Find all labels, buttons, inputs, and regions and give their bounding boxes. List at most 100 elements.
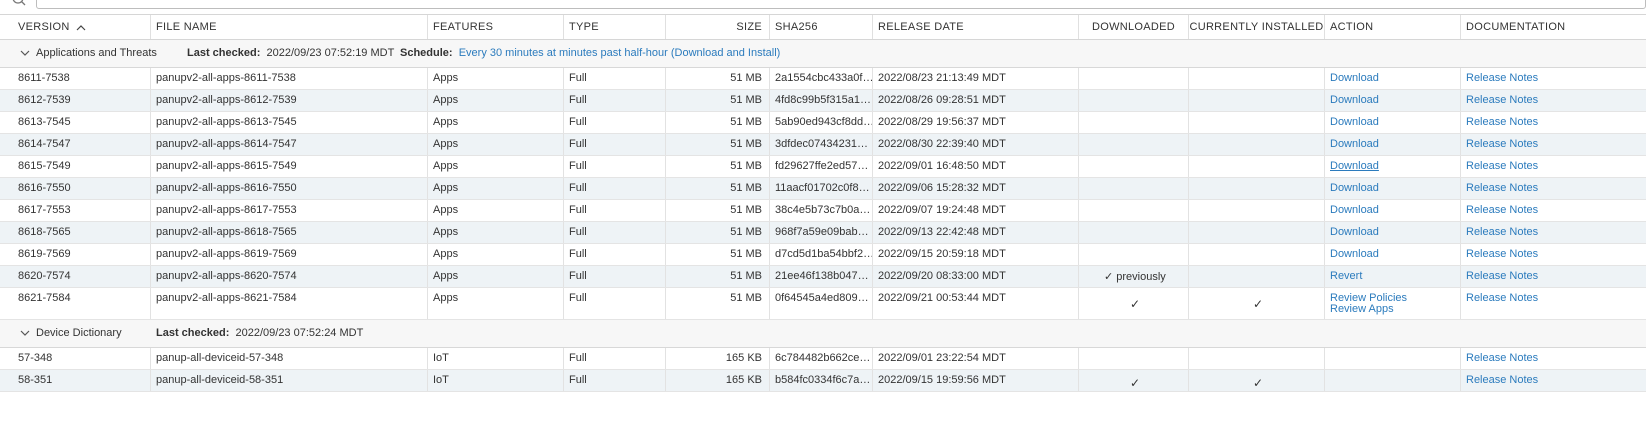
table-row[interactable]: 57-348 panup-all-deviceid-57-348 IoT Full 16… xyxy=(0,348,1646,370)
table-row[interactable]: 8617-7553 panupv2-all-apps-8617-7553 Apps F… xyxy=(0,200,1646,222)
chevron-down-icon[interactable] xyxy=(20,329,30,337)
cell-type: Full xyxy=(563,222,665,243)
checkmark-icon: ✓ xyxy=(1130,376,1141,390)
cell-features: Apps xyxy=(427,288,563,319)
group-header[interactable]: Device Dictionary Last checked: 2022/09/2… xyxy=(0,320,1646,348)
cell-text: Full xyxy=(569,292,587,304)
action-link[interactable]: Download xyxy=(1330,94,1379,106)
cell-downloaded xyxy=(1078,156,1188,177)
release-notes-link[interactable]: Release Notes xyxy=(1466,270,1538,282)
release-notes-link[interactable]: Release Notes xyxy=(1466,94,1538,106)
release-notes-link[interactable]: Release Notes xyxy=(1466,374,1538,386)
col-header-currently-installed[interactable]: CURRENTLY INSTALLED xyxy=(1188,15,1324,39)
table-row[interactable]: 8618-7565 panupv2-all-apps-8618-7565 Apps F… xyxy=(0,222,1646,244)
cell-text: 2022/09/13 22:42:48 MDT xyxy=(878,226,1006,238)
action-link[interactable]: Revert xyxy=(1330,270,1362,282)
action-link[interactable]: Download xyxy=(1330,138,1379,150)
cell-features: Apps xyxy=(427,244,563,265)
col-header-size[interactable]: SIZE xyxy=(665,15,769,39)
col-header-file-name[interactable]: FILE NAME xyxy=(150,15,427,39)
cell-action: Download xyxy=(1324,156,1460,177)
last-checked-label: Last checked: xyxy=(187,47,261,59)
schedule: Schedule: Every 30 minutes at minutes pa… xyxy=(400,40,780,67)
chevron-down-icon[interactable] xyxy=(20,49,30,57)
col-header-version[interactable]: VERSION xyxy=(13,15,150,39)
group-name: Device Dictionary xyxy=(36,327,122,339)
cell-text: Apps xyxy=(433,182,459,194)
release-notes-link[interactable]: Release Notes xyxy=(1466,116,1538,128)
release-notes-link[interactable]: Release Notes xyxy=(1466,160,1538,172)
downloaded-previously: ✓ previously xyxy=(1104,271,1166,283)
action-link[interactable]: Download xyxy=(1330,204,1379,216)
cell-text: Apps xyxy=(433,204,459,216)
cell-text: 165 KB xyxy=(725,374,762,386)
cell-text: Full xyxy=(569,270,587,282)
table-row[interactable]: 8615-7549 panupv2-all-apps-8615-7549 Apps F… xyxy=(0,156,1646,178)
action-link[interactable]: Download xyxy=(1330,72,1379,84)
table-row[interactable]: 8620-7574 panupv2-all-apps-8620-7574 Apps F… xyxy=(0,266,1646,288)
release-notes-link[interactable]: Release Notes xyxy=(1466,292,1538,304)
cell-version: 8613-7545 xyxy=(13,112,150,133)
cell-text: panupv2-all-apps-8621-7584 xyxy=(156,292,297,304)
cell-sha: 2a1554cbc433a0f… xyxy=(769,68,872,89)
cell-text: 2022/08/29 19:56:37 MDT xyxy=(878,116,1006,128)
cell-installed xyxy=(1188,68,1324,89)
table-row[interactable]: 8613-7545 panupv2-all-apps-8613-7545 Apps F… xyxy=(0,112,1646,134)
release-notes-link[interactable]: Release Notes xyxy=(1466,138,1538,150)
col-header-sha256[interactable]: SHA256 xyxy=(769,15,872,39)
cell-text: panup-all-deviceid-58-351 xyxy=(156,374,284,386)
cell-size: 165 KB xyxy=(665,370,769,391)
table-row[interactable]: 8616-7550 panupv2-all-apps-8616-7550 Apps F… xyxy=(0,178,1646,200)
cell-text: 2022/09/15 19:59:56 MDT xyxy=(878,374,1006,386)
action-link[interactable]: Download xyxy=(1330,116,1379,128)
col-header-release-date[interactable]: RELEASE DATE xyxy=(872,15,1078,39)
cell-text: panupv2-all-apps-8616-7550 xyxy=(156,182,297,194)
cell-text: 8616-7550 xyxy=(18,182,71,194)
table-row[interactable]: 8619-7569 panupv2-all-apps-8619-7569 Apps F… xyxy=(0,244,1646,266)
col-header-downloaded[interactable]: DOWNLOADED xyxy=(1078,15,1188,39)
cell-text: panupv2-all-apps-8619-7569 xyxy=(156,248,297,260)
cell-text: Apps xyxy=(433,160,459,172)
release-notes-link[interactable]: Release Notes xyxy=(1466,248,1538,260)
cell-text: 2022/08/30 22:39:40 MDT xyxy=(878,138,1006,150)
cell-date: 2022/09/20 08:33:00 MDT xyxy=(872,266,1078,287)
cell-text: 2022/09/01 16:48:50 MDT xyxy=(878,160,1006,172)
table-row[interactable]: 58-351 panup-all-deviceid-58-351 IoT Full 16… xyxy=(0,370,1646,392)
col-header-action[interactable]: ACTION xyxy=(1324,15,1460,39)
release-notes-link[interactable]: Release Notes xyxy=(1466,226,1538,238)
col-header-type[interactable]: TYPE xyxy=(563,15,665,39)
release-notes-link[interactable]: Release Notes xyxy=(1466,352,1538,364)
filter-input[interactable] xyxy=(36,0,1646,9)
cell-date: 2022/09/06 15:28:32 MDT xyxy=(872,178,1078,199)
cell-text: 51 MB xyxy=(730,72,762,84)
action-link[interactable]: Download xyxy=(1330,182,1379,194)
release-notes-link[interactable]: Release Notes xyxy=(1466,72,1538,84)
cell-action: Download xyxy=(1324,68,1460,89)
release-notes-link[interactable]: Release Notes xyxy=(1466,204,1538,216)
table-row[interactable]: 8612-7539 panupv2-all-apps-8612-7539 Apps F… xyxy=(0,90,1646,112)
action-link[interactable]: Download xyxy=(1330,226,1379,238)
cell-text: d7cd5d1ba54bbf2… xyxy=(775,248,872,260)
group-header[interactable]: Applications and Threats Last checked: 20… xyxy=(0,40,1646,68)
cell-version: 8617-7553 xyxy=(13,200,150,221)
action-link[interactable]: Download xyxy=(1330,160,1379,172)
action-link-secondary[interactable]: Review Apps xyxy=(1330,303,1394,315)
search-icon[interactable] xyxy=(12,0,26,8)
table-row[interactable]: 8614-7547 panupv2-all-apps-8614-7547 Apps F… xyxy=(0,134,1646,156)
cell-size: 51 MB xyxy=(665,178,769,199)
col-header-features[interactable]: FEATURES xyxy=(427,15,563,39)
cell-text: Full xyxy=(569,226,587,238)
action-link[interactable]: Download xyxy=(1330,248,1379,260)
schedule-link[interactable]: Every 30 minutes at minutes past half-ho… xyxy=(459,47,781,59)
cell-text: IoT xyxy=(433,352,449,364)
release-notes-link[interactable]: Release Notes xyxy=(1466,182,1538,194)
table-row[interactable]: 8611-7538 panupv2-all-apps-8611-7538 Apps F… xyxy=(0,68,1646,90)
cell-text: 51 MB xyxy=(730,248,762,260)
table-row[interactable]: 8621-7584 panupv2-all-apps-8621-7584 Apps F… xyxy=(0,288,1646,320)
col-header-documentation[interactable]: DOCUMENTATION xyxy=(1460,15,1646,39)
cell-installed xyxy=(1188,348,1324,369)
cell-doc: Release Notes xyxy=(1460,68,1646,89)
cell-features: Apps xyxy=(427,156,563,177)
cell-sha: 5ab90ed943cf8dd… xyxy=(769,112,872,133)
cell-text: 0f64545a4ed809… xyxy=(775,292,869,304)
